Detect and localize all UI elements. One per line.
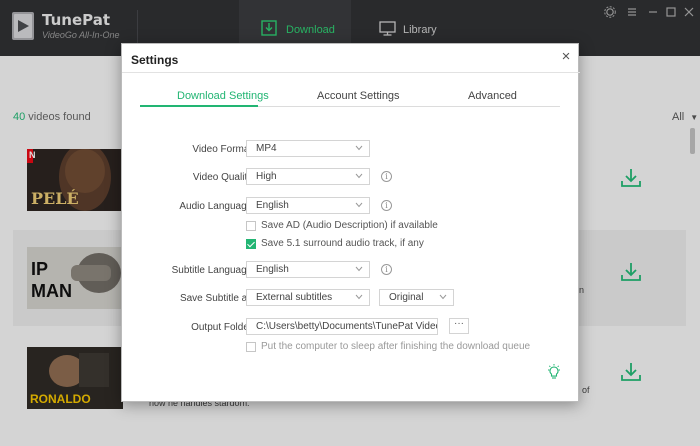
browse-folder-button[interactable]: ··· xyxy=(449,318,469,334)
tab-download-settings[interactable]: Download Settings xyxy=(177,90,269,102)
video-quality-value: High xyxy=(256,171,277,182)
subtitle-type-value: Original xyxy=(389,292,424,303)
subtitle-language-label: Subtitle Language: xyxy=(171,265,255,276)
info-icon[interactable]: i xyxy=(381,264,392,275)
video-format-select[interactable]: MP4 xyxy=(246,140,370,157)
save-subtitle-select[interactable]: External subtitles xyxy=(246,289,370,306)
save-51-checkbox[interactable] xyxy=(246,239,256,249)
dialog-close-icon[interactable]: × xyxy=(558,49,574,65)
settings-dialog: Settings × Download Settings Account Set… xyxy=(121,43,580,402)
chevron-down-icon xyxy=(355,266,363,272)
info-icon[interactable]: i xyxy=(381,171,392,182)
video-quality-label: Video Quality: xyxy=(192,172,255,183)
output-folder-field[interactable]: C:\Users\betty\Documents\TunePat VideoGo xyxy=(246,318,438,335)
save-subtitle-value: External subtitles xyxy=(256,292,333,303)
subtitle-language-value: English xyxy=(256,264,289,275)
info-icon[interactable]: i xyxy=(381,200,392,211)
save-51-label: Save 5.1 surround audio track, if any xyxy=(261,238,424,249)
sleep-label: Put the computer to sleep after finishin… xyxy=(261,341,531,352)
chevron-down-icon xyxy=(355,202,363,208)
video-format-label: Video Format: xyxy=(192,144,255,155)
active-tab-indicator xyxy=(140,105,258,107)
audio-language-value: English xyxy=(256,200,289,211)
dialog-title: Settings xyxy=(131,53,179,67)
subtitle-type-select[interactable]: Original xyxy=(379,289,454,306)
tab-account-settings[interactable]: Account Settings xyxy=(317,90,400,102)
save-subtitle-label: Save Subtitle as: xyxy=(179,293,255,304)
audio-language-select[interactable]: English xyxy=(246,197,370,214)
chevron-down-icon xyxy=(355,294,363,300)
output-folder-label: Output Folder: xyxy=(191,322,255,333)
save-ad-label: Save AD (Audio Description) if available xyxy=(261,220,438,231)
sleep-checkbox[interactable] xyxy=(246,342,256,352)
audio-language-label: Audio Language: xyxy=(179,201,255,212)
video-quality-select[interactable]: High xyxy=(246,168,370,185)
tab-advanced[interactable]: Advanced xyxy=(468,90,517,102)
chevron-down-icon xyxy=(355,173,363,179)
save-ad-checkbox[interactable] xyxy=(246,221,256,231)
chevron-down-icon xyxy=(439,294,447,300)
divider xyxy=(122,72,580,73)
video-format-value: MP4 xyxy=(256,143,277,154)
lightbulb-tip-icon[interactable] xyxy=(547,364,561,380)
subtitle-language-select[interactable]: English xyxy=(246,261,370,278)
chevron-down-icon xyxy=(355,145,363,151)
